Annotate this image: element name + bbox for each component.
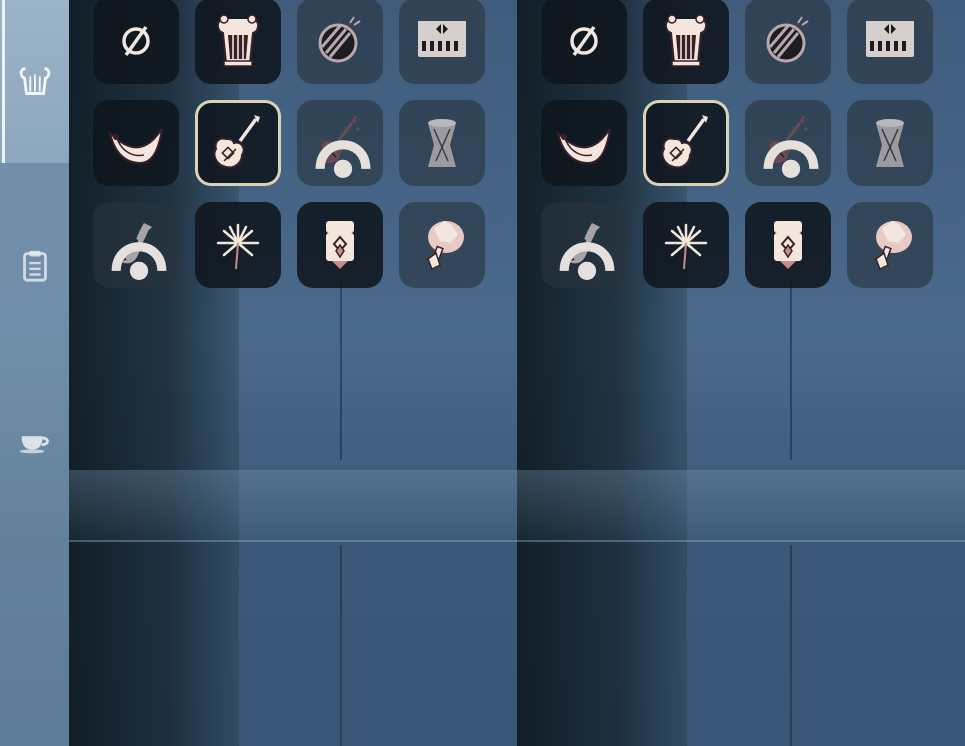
lyre-icon	[664, 14, 708, 67]
instrument-slot-firework[interactable]	[195, 202, 281, 288]
consumables-tab[interactable]	[0, 400, 69, 480]
horn-icon	[109, 128, 163, 164]
category-sidebar	[0, 0, 69, 746]
instrument-slot-ornament[interactable]	[297, 202, 383, 288]
instrument-slot-drum[interactable]	[745, 0, 831, 84]
piano-icon	[418, 21, 466, 57]
instrument-slot-lyre[interactable]	[643, 0, 729, 84]
firework-icon	[664, 223, 708, 271]
lock-badge-icon	[311, 114, 375, 178]
lyre-icon	[216, 14, 260, 67]
instrument-slot-fan[interactable]	[399, 202, 485, 288]
instrument-slot-horn[interactable]	[541, 100, 627, 186]
props-tab[interactable]	[0, 225, 69, 305]
instrument-slot-piano[interactable]	[399, 0, 485, 84]
instrument-slot-saxophone[interactable]	[93, 202, 179, 288]
fan-icon	[427, 220, 465, 270]
fan-icon	[875, 220, 913, 270]
lock-badge-icon	[555, 216, 619, 280]
instrument-slot-firework[interactable]	[643, 202, 729, 288]
clipboard-icon	[22, 250, 47, 282]
instrument-slot-guitar[interactable]	[643, 100, 729, 186]
instrument-slot-drum[interactable]	[297, 0, 383, 84]
instrument-panel-right	[541, 0, 941, 300]
horn-icon	[557, 128, 611, 164]
instrument-slot-hand-drum[interactable]	[399, 100, 485, 186]
lock-badge-icon	[107, 216, 171, 280]
hand-drum-icon	[427, 118, 457, 168]
teacup-icon	[19, 436, 49, 454]
instrument-slot-violin[interactable]	[297, 100, 383, 186]
instrument-slot-saxophone[interactable]	[541, 202, 627, 288]
instruments-tab[interactable]	[0, 0, 69, 163]
instrument-slot-violin[interactable]	[745, 100, 831, 186]
lock-badge-icon	[759, 114, 823, 178]
instrument-slot-fan[interactable]	[847, 202, 933, 288]
none-icon	[570, 25, 598, 57]
lyre-icon	[19, 66, 50, 95]
drum-icon	[318, 15, 362, 63]
instrument-slot-guitar[interactable]	[195, 100, 281, 186]
instrument-slot-horn[interactable]	[93, 100, 179, 186]
ornament-icon	[773, 220, 803, 270]
firework-icon	[216, 223, 260, 271]
guitar-icon	[660, 113, 710, 170]
guitar-icon	[212, 113, 262, 170]
hand-drum-icon	[875, 118, 905, 168]
ornament-icon	[325, 220, 355, 270]
instrument-slot-none[interactable]	[541, 0, 627, 84]
piano-icon	[866, 21, 914, 57]
instrument-panel-left	[93, 0, 493, 300]
instrument-slot-none[interactable]	[93, 0, 179, 84]
instrument-slot-lyre[interactable]	[195, 0, 281, 84]
drum-icon	[766, 15, 810, 63]
instrument-slot-ornament[interactable]	[745, 202, 831, 288]
none-icon	[122, 25, 150, 57]
instrument-slot-piano[interactable]	[847, 0, 933, 84]
instrument-slot-hand-drum[interactable]	[847, 100, 933, 186]
